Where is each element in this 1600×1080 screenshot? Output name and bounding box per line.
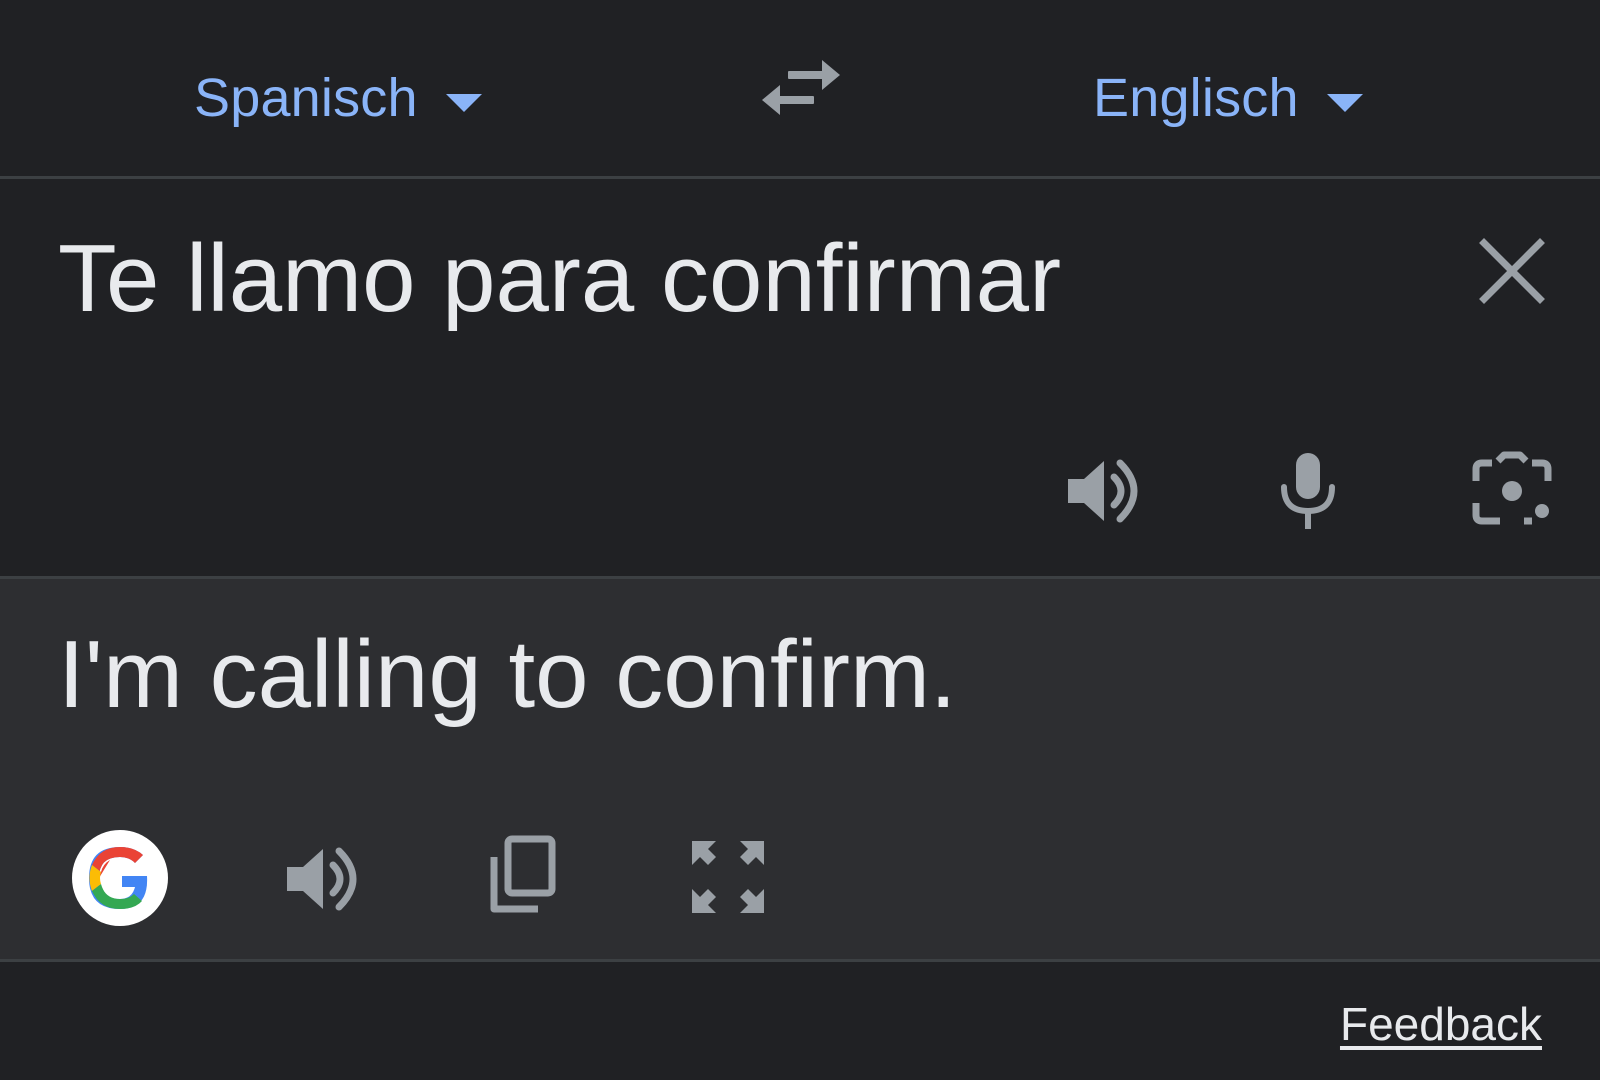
clear-input-button[interactable] xyxy=(1474,233,1552,311)
translate-app: Spanisch Englisch Te llamo para confirma… xyxy=(0,0,1600,1080)
feedback-link[interactable]: Feedback xyxy=(1340,997,1542,1051)
target-language-selector[interactable]: Englisch xyxy=(1093,62,1363,134)
caret-down-icon xyxy=(445,94,482,112)
footer: Feedback xyxy=(0,962,1600,1080)
google-logo-icon xyxy=(89,847,148,909)
microphone-icon xyxy=(1281,453,1335,529)
translation-text: I'm calling to confirm. xyxy=(58,621,957,728)
source-language-selector[interactable]: Spanisch xyxy=(194,62,482,134)
target-language-label: Englisch xyxy=(1093,68,1299,128)
microphone-button[interactable] xyxy=(1266,449,1350,533)
speaker-icon xyxy=(1068,459,1138,523)
camera-lens-icon xyxy=(1472,451,1552,525)
close-icon xyxy=(1479,238,1545,304)
copy-icon xyxy=(490,835,556,913)
source-text-input[interactable]: Te llamo para confirmar xyxy=(58,219,1061,339)
swap-arrows-icon xyxy=(762,60,840,115)
fullscreen-icon xyxy=(692,841,764,913)
google-button[interactable] xyxy=(72,830,168,926)
speaker-icon xyxy=(287,847,357,911)
source-language-label: Spanisch xyxy=(194,68,418,128)
result-panel: I'm calling to confirm. xyxy=(0,579,1600,959)
source-listen-button[interactable] xyxy=(1064,449,1148,533)
language-bar: Spanisch Englisch xyxy=(0,0,1600,176)
camera-button[interactable] xyxy=(1470,449,1554,533)
source-panel: Te llamo para confirmar xyxy=(0,179,1600,576)
fullscreen-button[interactable] xyxy=(686,835,770,919)
swap-languages-button[interactable] xyxy=(760,58,842,124)
copy-button[interactable] xyxy=(480,833,564,917)
translation-listen-button[interactable] xyxy=(283,837,367,921)
caret-down-icon xyxy=(1326,94,1363,112)
